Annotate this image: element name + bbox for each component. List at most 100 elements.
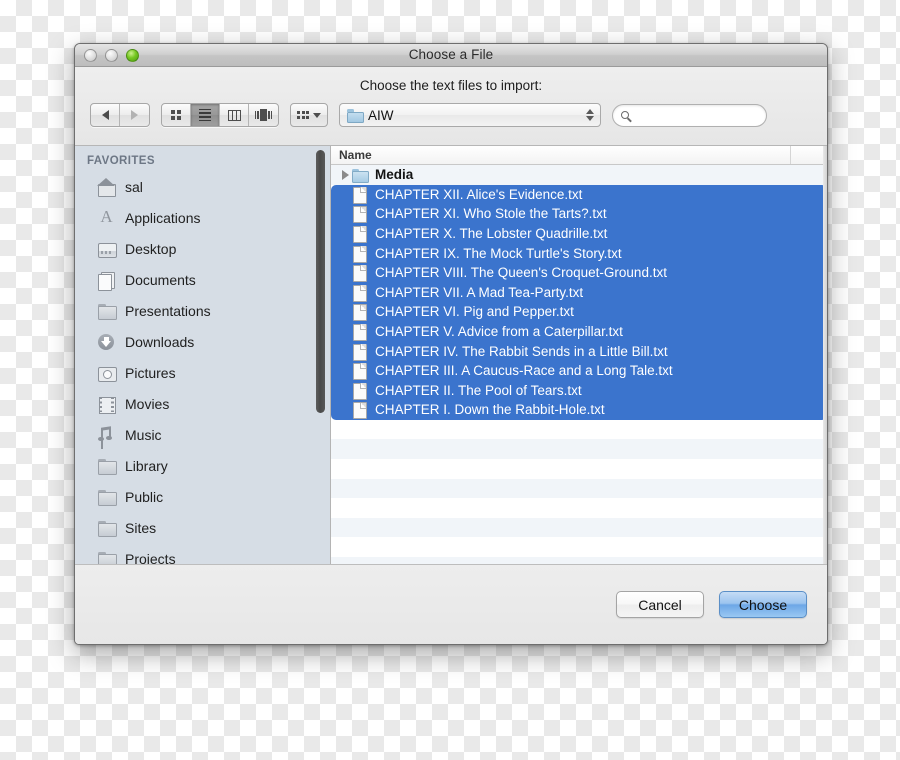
sidebar-item-label: Presentations (125, 302, 211, 319)
table-row[interactable]: CHAPTER XI. Who Stole the Tarts?.txt (331, 204, 827, 224)
sidebar-item-movies[interactable]: Movies (75, 388, 330, 419)
file-name-label: CHAPTER XII. Alice's Evidence.txt (375, 186, 583, 202)
music-note-icon (97, 425, 116, 444)
sidebar-item-pictures[interactable]: Pictures (75, 357, 330, 388)
view-list-button[interactable] (191, 104, 220, 126)
forward-button[interactable] (120, 104, 149, 126)
sidebar-item-library[interactable]: Library (75, 450, 330, 481)
file-name-label: CHAPTER II. The Pool of Tears.txt (375, 382, 582, 398)
sidebar-item-label: Music (125, 426, 162, 443)
search-input[interactable] (633, 108, 753, 122)
columns-icon (227, 109, 241, 121)
view-icon-button[interactable] (162, 104, 191, 126)
table-row[interactable]: CHAPTER III. A Caucus-Race and a Long Ta… (331, 360, 827, 381)
document-icon (352, 304, 367, 322)
file-name-label: CHAPTER X. The Lobster Quadrille.txt (375, 226, 608, 242)
sidebar-item-public[interactable]: Public (75, 481, 330, 512)
chevron-down-icon (313, 112, 321, 118)
sidebar-item-label: sal (125, 178, 143, 195)
toolbar-area: Choose the text files to import: AIW (75, 67, 827, 146)
table-row[interactable]: CHAPTER XII. Alice's Evidence.txt (331, 184, 827, 205)
sidebar-item-sites[interactable]: Sites (75, 512, 330, 543)
folder-icon (97, 519, 117, 537)
sidebar-item-label: Sites (125, 519, 157, 536)
search-icon (621, 111, 629, 119)
list-icon (199, 108, 211, 122)
back-arrow-icon (101, 110, 109, 120)
document-icon (352, 226, 367, 244)
path-popup-button[interactable]: AIW (339, 103, 601, 127)
file-name-label: CHAPTER VII. A Mad Tea-Party.txt (375, 284, 584, 300)
column-header-name[interactable]: Name (331, 148, 372, 162)
folder-icon (97, 302, 117, 320)
file-list-scrollbar-track[interactable] (823, 146, 827, 564)
document-icon (352, 363, 367, 381)
sidebar-scrollbar-thumb[interactable] (316, 150, 325, 413)
disclosure-triangle-icon[interactable] (338, 169, 352, 180)
search-field[interactable] (612, 103, 767, 127)
table-row[interactable]: CHAPTER VIII. The Queen's Croquet-Ground… (331, 262, 827, 283)
sidebar-item-label: Desktop (125, 240, 177, 257)
sidebar-item-sal[interactable]: sal (75, 171, 330, 202)
table-row[interactable]: CHAPTER IV. The Rabbit Sends in a Little… (331, 341, 827, 361)
table-row[interactable]: CHAPTER IX. The Mock Turtle's Story.txt (331, 243, 827, 263)
back-button[interactable] (91, 104, 120, 126)
camera-icon (97, 364, 117, 382)
sidebar-item-projects[interactable]: Projects (75, 543, 330, 564)
dialog-footer: Cancel Choose (75, 564, 827, 644)
sidebar-item-label: Pictures (125, 364, 176, 381)
file-name-label: CHAPTER IX. The Mock Turtle's Story.txt (375, 245, 622, 261)
sidebar-item-label: Applications (125, 209, 201, 226)
cancel-button[interactable]: Cancel (616, 591, 704, 618)
window-title: Choose a File (408, 47, 494, 62)
empty-row (331, 537, 827, 557)
sidebar-item-applications[interactable]: Applications (75, 202, 330, 233)
table-row[interactable]: CHAPTER VII. A Mad Tea-Party.txt (331, 282, 827, 303)
navigation-buttons (90, 103, 150, 127)
file-name-label: CHAPTER V. Advice from a Caterpillar.txt (375, 324, 623, 340)
table-row[interactable]: Media (331, 165, 827, 185)
sidebar-scrollbar[interactable] (316, 150, 325, 560)
grid-icon (171, 110, 181, 120)
table-row[interactable]: CHAPTER V. Advice from a Caterpillar.txt (331, 321, 827, 342)
file-name-label: CHAPTER I. Down the Rabbit-Hole.txt (375, 402, 605, 418)
table-row[interactable]: CHAPTER II. The Pool of Tears.txt (331, 380, 827, 401)
sidebar-item-label: Public (125, 488, 164, 505)
sidebar-item-downloads[interactable]: Downloads (75, 326, 330, 357)
film-icon (97, 395, 116, 414)
empty-row (331, 419, 827, 440)
sidebar-item-desktop[interactable]: Desktop (75, 233, 330, 264)
table-row[interactable]: CHAPTER I. Down the Rabbit-Hole.txt (331, 400, 827, 420)
document-icon (352, 245, 367, 263)
file-rows: Media CHAPTER XII. Alice's Evidence.txt CH… (331, 165, 827, 564)
sidebar-item-label: Projects (125, 550, 176, 565)
empty-row (331, 498, 827, 518)
documents-icon (97, 271, 116, 291)
up-down-stepper-icon (586, 109, 594, 121)
action-grid-icon (297, 111, 309, 119)
file-name-label: Media (375, 167, 414, 183)
column-header-row: Name (331, 146, 827, 165)
sidebar-item-presentations[interactable]: Presentations (75, 295, 330, 326)
sidebar-item-music[interactable]: Music (75, 419, 330, 450)
empty-row (331, 458, 827, 479)
folder-icon (97, 550, 117, 564)
document-icon (352, 186, 367, 204)
sidebar-item-documents[interactable]: Documents (75, 264, 330, 295)
action-menu-button[interactable] (290, 103, 328, 127)
desktop-icon (97, 240, 117, 258)
view-column-button[interactable] (220, 104, 249, 126)
prompt-text: Choose the text files to import: (359, 78, 543, 93)
file-name-label: CHAPTER XI. Who Stole the Tarts?.txt (375, 206, 607, 222)
file-name-label: CHAPTER VI. Pig and Pepper.txt (375, 304, 574, 320)
folder-icon (347, 109, 364, 123)
title-bar: Choose a File (75, 44, 827, 67)
choose-a-file-dialog: Choose a File Choose the text files to i… (74, 43, 828, 645)
forward-arrow-icon (131, 110, 138, 120)
view-coverflow-button[interactable] (249, 104, 278, 126)
table-row[interactable]: CHAPTER X. The Lobster Quadrille.txt (331, 223, 827, 244)
table-row[interactable]: CHAPTER VI. Pig and Pepper.txt (331, 302, 827, 322)
sidebar-item-label: Downloads (125, 333, 195, 350)
choose-button[interactable]: Choose (719, 591, 807, 618)
column-divider[interactable] (790, 146, 791, 164)
